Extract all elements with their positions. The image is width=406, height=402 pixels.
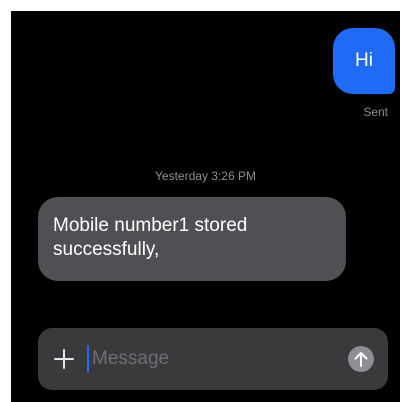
sent-message-bubble[interactable]: Hi	[333, 28, 395, 94]
sent-message-text: Hi	[355, 50, 373, 71]
received-message-text: Mobile number1 stored successfully,	[53, 215, 248, 260]
message-timestamp: Yesterday 3:26 PM	[155, 169, 256, 183]
message-composer	[38, 328, 388, 390]
arrow-up-icon	[354, 352, 368, 367]
messages-screen: Hi Sent Yesterday 3:26 PM Mobile number1…	[11, 11, 400, 402]
plus-icon[interactable]	[52, 347, 76, 371]
message-input[interactable]	[86, 344, 336, 374]
send-button[interactable]	[348, 346, 374, 372]
text-cursor	[87, 345, 89, 372]
sent-status-label: Sent	[363, 105, 388, 119]
received-message-bubble[interactable]: Mobile number1 stored successfully,	[38, 197, 346, 281]
